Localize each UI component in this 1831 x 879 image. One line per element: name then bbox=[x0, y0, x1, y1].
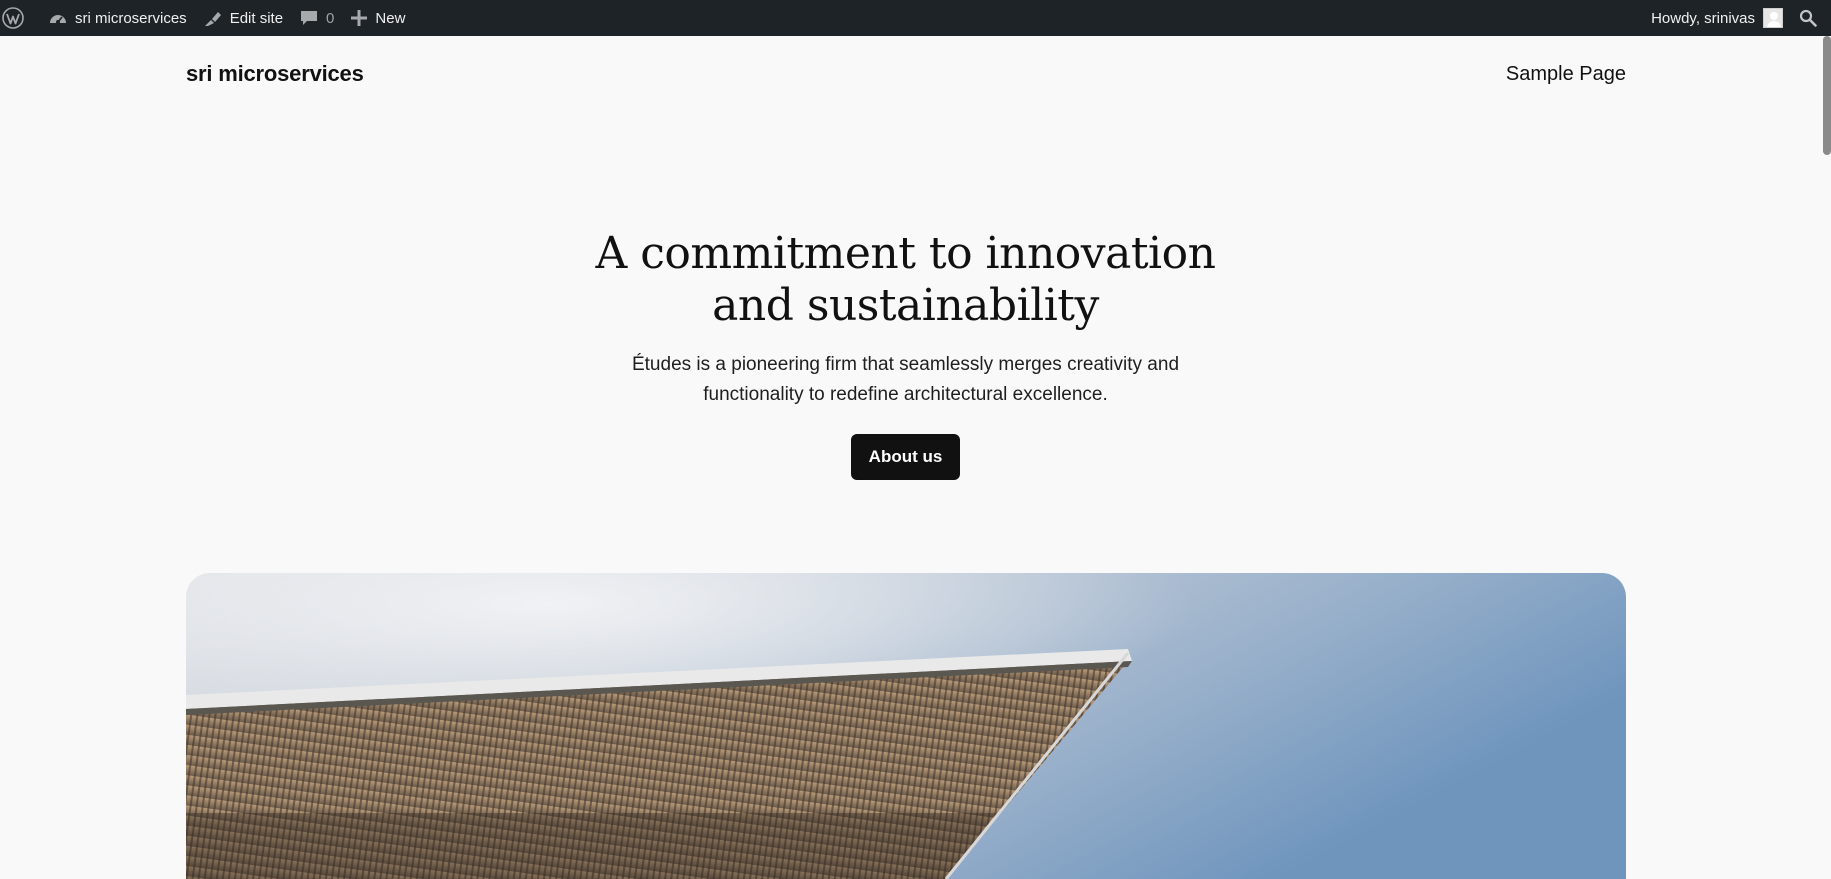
comments-link[interactable]: 0 bbox=[291, 0, 342, 36]
avatar bbox=[1763, 8, 1783, 28]
site-name-link[interactable]: sri microservices bbox=[40, 0, 195, 36]
new-label: New bbox=[375, 9, 406, 27]
admin-bar-right: Howdy, srinivas bbox=[1643, 0, 1831, 36]
edit-site-link[interactable]: Edit site bbox=[195, 0, 291, 36]
nav-item-sample-page[interactable]: Sample Page bbox=[1506, 63, 1626, 86]
brush-icon bbox=[203, 9, 223, 27]
hero-description: Études is a pioneering firm that seamles… bbox=[631, 354, 1180, 405]
comments-count: 0 bbox=[326, 9, 335, 27]
plus-icon bbox=[350, 9, 368, 27]
scrollbar-thumb[interactable] bbox=[1823, 36, 1831, 155]
site-name-label: sri microservices bbox=[75, 9, 187, 27]
search-icon bbox=[1799, 9, 1817, 27]
about-us-button[interactable]: About us bbox=[850, 434, 961, 480]
hero-image bbox=[186, 573, 1626, 879]
my-account-link[interactable]: Howdy, srinivas bbox=[1643, 0, 1791, 36]
howdy-label: Howdy, srinivas bbox=[1651, 9, 1755, 27]
wordpress-logo-icon bbox=[2, 7, 24, 29]
new-content-link[interactable]: New bbox=[342, 0, 413, 36]
admin-bar: sri microservices Edit site 0 New Howdy,… bbox=[0, 0, 1831, 36]
page-scrollbar[interactable] bbox=[1823, 36, 1831, 879]
edit-site-label: Edit site bbox=[229, 9, 284, 27]
search-button[interactable] bbox=[1791, 0, 1831, 36]
hero-section: A commitment to innovation and sustainab… bbox=[0, 228, 1811, 480]
hero-title: A commitment to innovation and sustainab… bbox=[595, 228, 1216, 331]
comment-icon bbox=[299, 9, 319, 27]
site-title[interactable]: sri microservices bbox=[186, 61, 364, 87]
dashboard-icon bbox=[48, 9, 68, 27]
wordpress-logo-button[interactable] bbox=[0, 0, 32, 36]
